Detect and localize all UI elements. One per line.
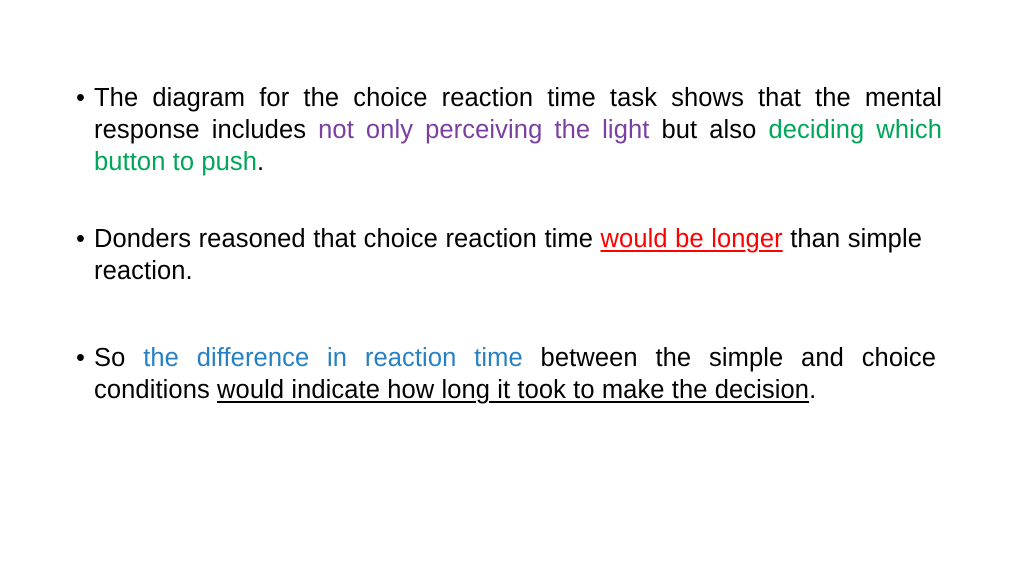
bullet-1-segment-plain-2: but also xyxy=(649,116,769,144)
bullet-1-segment-period: . xyxy=(257,148,265,176)
slide-canvas: • The diagram for the choice reaction ti… xyxy=(0,0,1024,576)
bullet-2-segment-red-underlined: would be longer xyxy=(600,225,783,253)
bullet-marker: • xyxy=(76,225,86,253)
bullet-3-segment-plain-1: So xyxy=(94,344,144,372)
bullet-3-segment-black-underlined: would indicate how long it took to make … xyxy=(217,376,810,404)
bullet-1-text: The diagram for the choice reaction time… xyxy=(94,82,942,178)
bullet-1-segment-purple: not only perceiving the light xyxy=(318,116,650,144)
bullet-list: • The diagram for the choice reaction ti… xyxy=(68,82,948,406)
list-item: • Donders reasoned that choice reaction … xyxy=(68,223,922,287)
bullet-3-segment-blue: the difference in reaction time xyxy=(143,344,523,372)
list-item: • The diagram for the choice reaction ti… xyxy=(68,82,942,178)
bullet-marker: • xyxy=(76,84,86,112)
bullet-3-segment-period: . xyxy=(809,376,817,404)
bullet-2-text: Donders reasoned that choice reaction ti… xyxy=(94,223,922,287)
bullet-3-text: So the difference in reaction time betwe… xyxy=(94,342,936,406)
bullet-2-segment-plain-1: Donders reasoned that choice reaction ti… xyxy=(94,225,601,253)
bullet-marker: • xyxy=(76,344,86,372)
list-item: • So the difference in reaction time bet… xyxy=(68,342,936,406)
